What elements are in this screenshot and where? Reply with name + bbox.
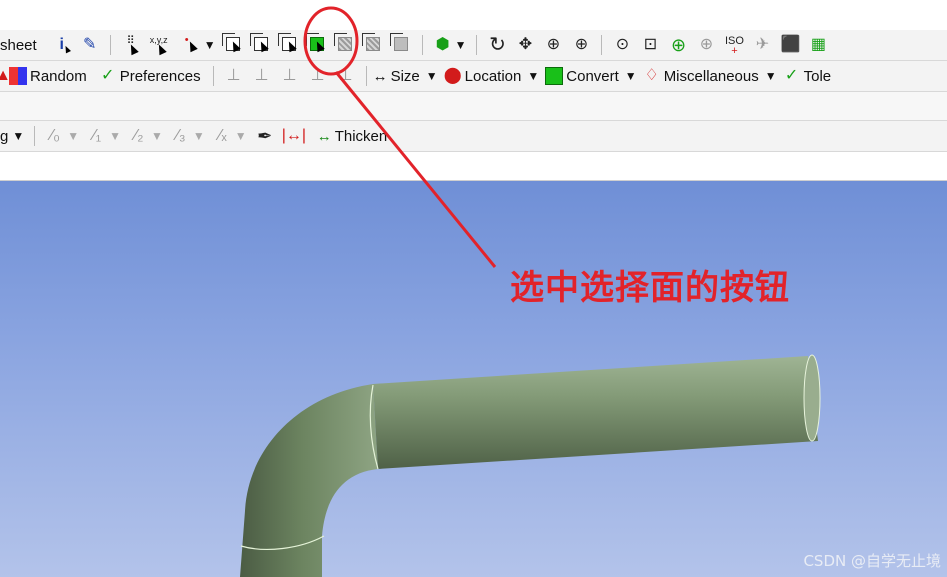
- partial-red-icon[interactable]: ▲: [0, 65, 11, 87]
- miscellaneous-button[interactable]: ♢ Miscellaneous ▼: [643, 67, 777, 85]
- pin-icon[interactable]: ✒: [254, 125, 276, 147]
- zoom-gray-icon[interactable]: ⊕: [695, 34, 717, 56]
- main-toolbar: sheet i ✎ ⠿ x,y,z • ▼ ⬢ ▼ ↻ ✥ ⊕ ⊕ ⊙ ⊡ ⊕ …: [0, 30, 947, 61]
- miscellaneous-label: Miscellaneous: [663, 67, 759, 85]
- select-body-alt-icon[interactable]: [249, 33, 273, 56]
- look-at-icon[interactable]: ✈: [751, 34, 773, 56]
- view-cube-icon[interactable]: ⬛: [779, 34, 801, 56]
- watermark: CSDN @自学无止境: [803, 552, 941, 570]
- preferences-button[interactable]: ✓ Preferences: [99, 67, 201, 85]
- chevron-down-icon[interactable]: ▼: [193, 129, 205, 143]
- chevron-down-icon: ▼: [764, 69, 777, 83]
- tolerance-label: Tole: [803, 67, 832, 85]
- chevron-down-icon[interactable]: ▼: [455, 38, 467, 52]
- convert-label: Convert: [566, 67, 619, 85]
- select-gray-2-icon[interactable]: [361, 33, 385, 56]
- chevron-down-icon[interactable]: ▼: [235, 129, 247, 143]
- convert-cube-icon: [545, 67, 564, 85]
- chevron-down-icon[interactable]: ▼: [204, 38, 216, 52]
- chevron-down-icon[interactable]: ▼: [67, 129, 79, 143]
- tree-header-band: [0, 152, 947, 181]
- chevron-down-icon: ▼: [425, 69, 438, 83]
- preferences-label: Preferences: [119, 67, 201, 85]
- edge-2-icon[interactable]: ∕₂: [128, 125, 150, 147]
- dimension-icon-1[interactable]: ⊥: [223, 65, 245, 87]
- info-cursor-icon[interactable]: i: [51, 34, 73, 56]
- graphics-viewport[interactable]: [0, 181, 947, 577]
- select-body-icon[interactable]: [221, 33, 245, 56]
- toolbar-separator: [476, 35, 478, 55]
- dimension-icon-3[interactable]: ⊥: [279, 65, 301, 87]
- tag-icon[interactable]: ✎: [79, 34, 101, 56]
- select-face-icon[interactable]: [277, 33, 301, 56]
- toolbar-separator: [365, 66, 367, 86]
- tolerance-button[interactable]: ✓ Tole: [783, 67, 832, 85]
- toolbar-separator: [421, 35, 423, 55]
- empty-toolbar-band: [0, 92, 947, 121]
- checkmark-icon: ✓: [101, 67, 115, 84]
- pan-icon[interactable]: ✥: [514, 34, 536, 56]
- chevron-down-icon: ▼: [527, 69, 540, 83]
- location-pin-icon: ⬤: [443, 67, 462, 84]
- random-label: Random: [30, 67, 87, 85]
- thicken-button[interactable]: ↔ Thicken: [317, 128, 388, 145]
- misc-arrows-icon: ♢: [644, 67, 659, 84]
- select-gray-3-icon[interactable]: [389, 33, 413, 56]
- size-arrow-icon: ↔: [372, 67, 388, 85]
- zoom-fit-icon[interactable]: ⊕: [667, 34, 689, 56]
- convert-button[interactable]: Convert ▼: [545, 67, 637, 85]
- chevron-down-icon: ▼: [624, 69, 637, 83]
- checkmark-icon: ✓: [784, 67, 799, 84]
- zoom-region-icon[interactable]: ⊙: [611, 34, 633, 56]
- annotation-label: 选中选择面的按钮: [510, 268, 790, 308]
- edge-x-icon[interactable]: ∕ₓ: [212, 125, 234, 147]
- location-button[interactable]: ⬤ Location ▼: [444, 67, 540, 85]
- selection-mode-icon[interactable]: •: [181, 34, 203, 56]
- rotate-icon[interactable]: ↻: [486, 34, 508, 56]
- chevron-down-icon[interactable]: ▼: [151, 129, 163, 143]
- chevron-down-icon[interactable]: ▼: [109, 129, 121, 143]
- dimension-icon-4[interactable]: ⊥: [307, 65, 329, 87]
- random-color-icon: [9, 67, 27, 85]
- edge-3-icon[interactable]: ∕₃: [170, 125, 192, 147]
- zoom-in-icon[interactable]: ⊕: [542, 34, 564, 56]
- secondary-toolbar: ▲ Random ✓ Preferences ⊥ ⊥ ⊥ ⊥ ⊥ ↔ Size …: [0, 61, 947, 92]
- size-button[interactable]: ↔ Size ▼: [373, 68, 438, 85]
- extra-icon[interactable]: ▦: [807, 34, 829, 56]
- edge-0-icon[interactable]: ∕₀: [44, 125, 66, 147]
- select-point-icon[interactable]: ⠿: [120, 34, 142, 56]
- display-cube-icon[interactable]: ⬢: [432, 34, 454, 56]
- select-gray-1-icon[interactable]: [333, 33, 357, 56]
- edge-mode-label[interactable]: g: [0, 128, 8, 145]
- edge-toolbar: g ▼ ∕₀ ▼ ∕₁ ▼ ∕₂ ▼ ∕₃ ▼ ∕ₓ ▼ ✒ |↔| ↔ Thi…: [0, 121, 947, 152]
- title-strip: [0, 0, 947, 30]
- worksheet-label[interactable]: sheet: [0, 37, 37, 54]
- location-label: Location: [464, 67, 522, 85]
- thicken-icon: ↔: [316, 127, 332, 145]
- pipe-model[interactable]: [0, 181, 947, 577]
- size-label: Size: [390, 67, 420, 85]
- select-xyz-icon[interactable]: x,y,z: [148, 34, 170, 56]
- select-green-face-icon[interactable]: [305, 33, 329, 56]
- iso-icon[interactable]: ISO +: [723, 34, 745, 57]
- toolbar-separator: [601, 35, 603, 55]
- edge-1-icon[interactable]: ∕₁: [86, 125, 108, 147]
- random-button[interactable]: Random: [9, 67, 87, 85]
- split-edge-icon[interactable]: |↔|: [282, 125, 306, 147]
- dimension-icon-5[interactable]: ⊥: [335, 65, 357, 87]
- zoom-box-icon[interactable]: ⊕: [570, 34, 592, 56]
- toolbar-separator: [212, 66, 214, 86]
- toolbar-separator: [34, 126, 36, 146]
- zoom-window-icon[interactable]: ⊡: [639, 34, 661, 56]
- chevron-down-icon[interactable]: ▼: [12, 129, 24, 143]
- toolbar-separator: [109, 35, 111, 55]
- dimension-icon-2[interactable]: ⊥: [251, 65, 273, 87]
- thicken-label: Thicken: [334, 127, 388, 145]
